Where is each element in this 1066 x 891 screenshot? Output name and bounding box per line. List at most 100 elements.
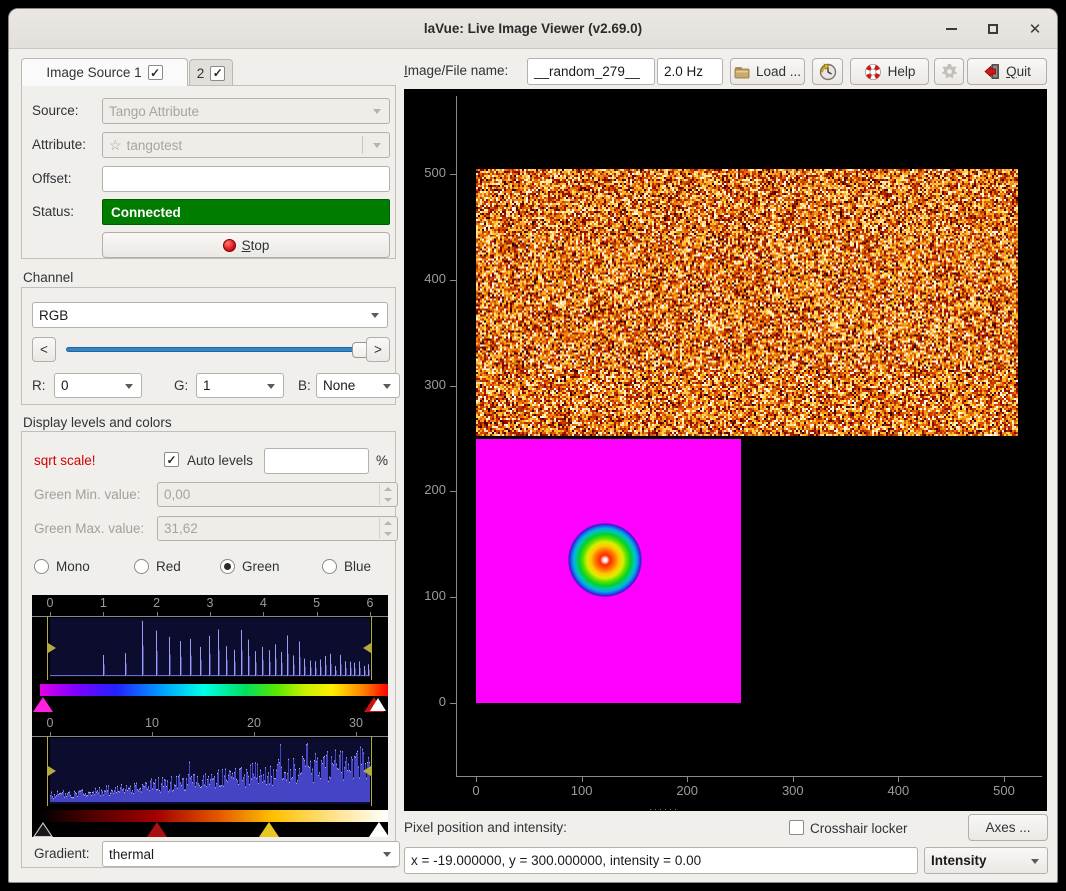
chevron-down-icon [383, 852, 391, 857]
y-axis-tick-mark [450, 491, 456, 492]
folder-icon [734, 65, 750, 79]
magenta-square-image[interactable] [476, 439, 741, 703]
source-select[interactable]: Tango Attribute [102, 98, 390, 124]
gradient-bar-thermal[interactable] [40, 810, 388, 822]
crosshair-checkbox[interactable] [789, 820, 804, 835]
x-axis-tick-mark [898, 777, 899, 782]
image-source-pane: Source: Tango Attribute Attribute: ☆ tan… [21, 85, 396, 259]
quit-label: Quit [1006, 64, 1031, 79]
auto-levels-checkbox[interactable]: ✓ [164, 452, 179, 467]
histogram-lower[interactable]: 0102030 [32, 715, 388, 837]
r-select[interactable]: 0 [54, 373, 142, 398]
spin-up-icon [384, 487, 392, 491]
tab2-checkbox[interactable]: ✓ [210, 66, 225, 81]
image-file-input[interactable]: __random_279__ [527, 58, 655, 85]
gradient-marker-white[interactable] [370, 698, 386, 711]
radio-green[interactable]: Green [220, 559, 280, 574]
scale-warning: sqrt scale! [34, 453, 96, 468]
position-readout[interactable]: x = -19.000000, y = 300.000000, intensit… [404, 847, 918, 874]
g-select[interactable]: 1 [196, 373, 284, 398]
chevron-down-icon [267, 384, 275, 389]
close-button[interactable]: ✕ [1027, 21, 1043, 37]
gradient-marker-white[interactable] [369, 822, 389, 837]
app-window: laVue: Live Image Viewer (v2.69.0) ✕ Ima… [8, 8, 1058, 883]
pixel-position-label: Pixel position and intensity: [404, 820, 567, 835]
b-select[interactable]: None [316, 373, 400, 398]
histogram-upper[interactable]: 0123456 [32, 595, 388, 715]
x-axis-tick-label: 500 [984, 783, 1024, 798]
offset-input[interactable] [102, 166, 390, 192]
axis-line [32, 616, 388, 617]
gradient-marker-magenta[interactable] [33, 697, 53, 712]
min-spinbox[interactable]: 0,00 [157, 482, 398, 507]
spin-buttons[interactable] [379, 518, 396, 539]
max-spinbox[interactable]: 31,62 [157, 516, 398, 541]
y-axis-tick-mark [450, 386, 456, 387]
stop-button[interactable]: Stop [102, 232, 390, 258]
splitter-handle[interactable]: ······ [649, 807, 671, 811]
refresh-rate-input[interactable]: 2.0 Hz [657, 58, 723, 85]
x-axis-tick-label: 0 [456, 783, 496, 798]
radio-label: Red [156, 559, 181, 574]
settings-button[interactable] [934, 58, 964, 85]
maximize-button[interactable] [985, 21, 1001, 37]
spin-up-icon [384, 521, 392, 525]
region-line-left[interactable] [47, 736, 48, 806]
gradient-label: Gradient: [34, 846, 90, 861]
radio-label: Blue [344, 559, 371, 574]
tab-image-source-2[interactable]: 2 ✓ [189, 59, 233, 86]
axis-line [32, 736, 388, 737]
histogram-lower-plot[interactable] [50, 738, 370, 804]
noise-image[interactable] [476, 169, 1018, 436]
spin-buttons[interactable] [379, 484, 396, 505]
maximize-icon [988, 24, 998, 34]
min-label: Green Min. value: [34, 487, 141, 502]
gradient-marker-black[interactable] [35, 824, 51, 836]
channel-next-button[interactable]: > [366, 337, 390, 362]
beam-spot[interactable] [568, 523, 642, 597]
channel-slider[interactable] [66, 347, 356, 352]
plot-area[interactable]: 50040030020010000100200300400500 [404, 89, 1047, 811]
clock-icon [819, 63, 837, 81]
titlebar[interactable]: laVue: Live Image Viewer (v2.69.0) ✕ [9, 9, 1057, 49]
histogram-tick-label: 0 [47, 596, 54, 610]
region-line-right[interactable] [371, 736, 372, 806]
gradient-marker-yellow[interactable] [259, 822, 279, 837]
channel-group-title: Channel [23, 270, 73, 285]
histogram-tick-label: 2 [153, 596, 160, 610]
tab1-checkbox[interactable]: ✓ [148, 65, 163, 80]
channel-prev-button[interactable]: < [32, 337, 56, 362]
timer-button[interactable] [812, 58, 843, 85]
attribute-combo[interactable]: ☆ tangotest [102, 132, 390, 158]
region-handle-icon [48, 766, 56, 776]
quit-button[interactable]: Quit [967, 58, 1047, 85]
region-line-right[interactable] [371, 616, 372, 680]
gradient-bar-spectrum[interactable] [40, 684, 388, 696]
refresh-rate-value: 2.0 Hz [664, 64, 703, 79]
gradient-marker-red[interactable] [147, 822, 167, 837]
region-line-left[interactable] [47, 616, 48, 680]
radio-mono[interactable]: Mono [34, 559, 90, 574]
minimize-button[interactable] [943, 21, 959, 37]
r-label: R: [32, 378, 46, 393]
intensity-select[interactable]: Intensity [924, 847, 1048, 874]
radio-red[interactable]: Red [134, 559, 181, 574]
x-axis-tick-mark [582, 777, 583, 782]
histogram-tick-label: 5 [313, 596, 320, 610]
y-axis-tick-label: 200 [406, 482, 446, 497]
histogram-tick-label: 1 [100, 596, 107, 610]
help-button[interactable]: Help [850, 58, 929, 85]
gradient-select[interactable]: thermal [102, 841, 400, 867]
tab-image-source-1[interactable]: Image Source 1 ✓ [21, 58, 188, 86]
histogram-upper-plot[interactable] [50, 618, 370, 677]
min-value: 0,00 [164, 487, 190, 502]
x-axis-tick-mark [1004, 777, 1005, 782]
percent-input[interactable] [264, 448, 369, 474]
y-axis-tick-mark [450, 174, 456, 175]
radio-blue[interactable]: Blue [322, 559, 371, 574]
spin-down-icon [384, 498, 392, 502]
channel-mode-select[interactable]: RGB [32, 302, 388, 328]
load-button[interactable]: Load ... [730, 58, 805, 85]
axes-button[interactable]: Axes ... [968, 814, 1048, 841]
y-axis-tick-label: 400 [406, 271, 446, 286]
